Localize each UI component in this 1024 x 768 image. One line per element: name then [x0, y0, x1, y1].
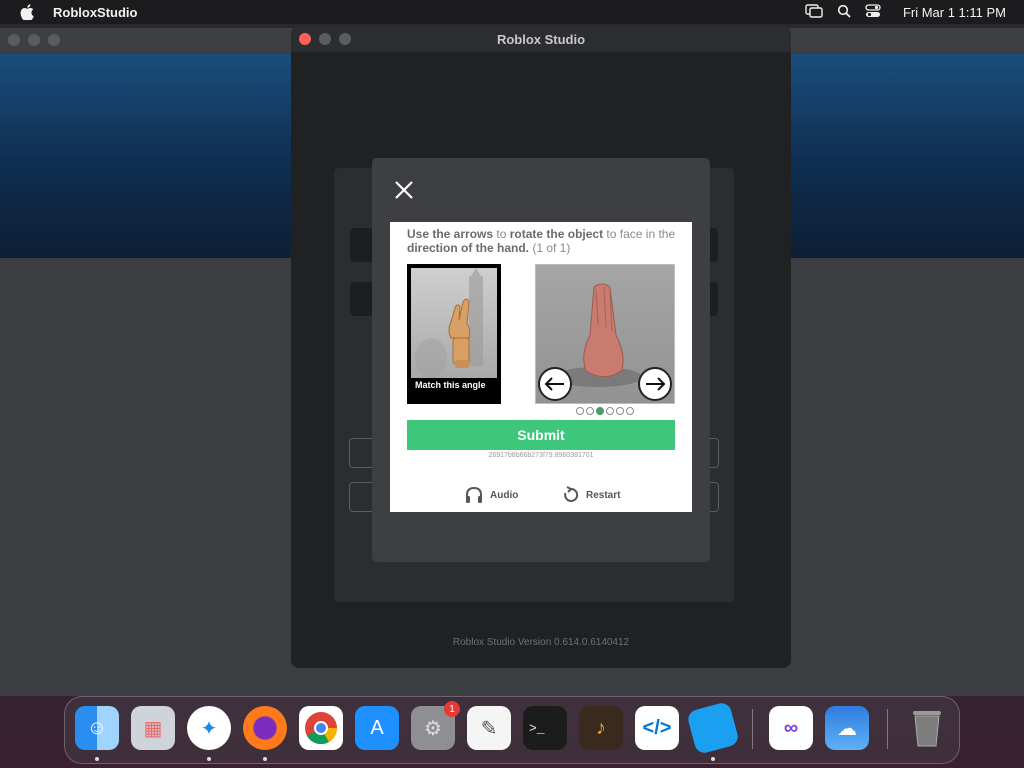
reference-hand-image: [411, 268, 497, 378]
progress-dot: [586, 407, 594, 415]
menu-bar: RobloxStudio Fri Mar 1 1:11 PM: [0, 0, 1024, 24]
roblox-studio-icon[interactable]: [686, 701, 740, 755]
restart-icon: [564, 486, 579, 502]
bg-zoom-button[interactable]: [48, 34, 60, 46]
rotate-left-button[interactable]: [538, 367, 572, 401]
reference-image-frame: Match this angle: [407, 264, 501, 404]
progress-dot-active: [596, 407, 604, 415]
running-indicator: [95, 757, 99, 761]
rotation-progress-dots: [576, 407, 634, 415]
running-indicator: [711, 757, 715, 761]
dock: ☺ ▦ ✦ A ⚙ 1 ✎ >_ ♪ </> ∞ ☁: [64, 696, 960, 764]
textedit-icon[interactable]: ✎: [467, 706, 511, 750]
audio-button[interactable]: Audio: [464, 486, 518, 504]
arrow-left-icon: [544, 377, 564, 391]
progress-dot: [626, 407, 634, 415]
studio-titlebar: Roblox Studio: [291, 26, 791, 52]
launchpad-icon[interactable]: ▦: [131, 706, 175, 750]
arrow-right-icon: [646, 377, 666, 391]
chrome-icon[interactable]: [299, 706, 343, 750]
progress-dot: [606, 407, 614, 415]
progress-dot: [576, 407, 584, 415]
running-indicator: [263, 757, 267, 761]
studio-version: Roblox Studio Version 0.614.0.6140412: [452, 637, 630, 648]
weather-icon[interactable]: ☁: [825, 706, 869, 750]
menu-clock[interactable]: Fri Mar 1 1:11 PM: [903, 5, 1006, 20]
restart-label: Restart: [586, 489, 621, 501]
vscode-icon[interactable]: </>: [635, 706, 679, 750]
audio-label: Audio: [490, 489, 519, 501]
session-id: 26917b8b66b273f79.8960381701: [488, 452, 594, 459]
trash-icon[interactable]: [905, 706, 949, 750]
app-store-icon[interactable]: A: [355, 706, 399, 750]
window-close-button[interactable]: [299, 33, 311, 45]
bg-close-button[interactable]: [8, 34, 20, 46]
screen-mirroring-icon[interactable]: [805, 3, 823, 21]
terminal-icon[interactable]: >_: [523, 706, 567, 750]
active-app-name[interactable]: RobloxStudio: [53, 5, 138, 20]
control-center-icon[interactable]: [865, 3, 881, 21]
close-icon[interactable]: [392, 178, 416, 202]
window-minimize-button[interactable]: [319, 33, 331, 45]
dock-separator: [752, 709, 753, 749]
submit-button[interactable]: Submit: [407, 420, 675, 450]
system-settings-icon[interactable]: ⚙ 1: [411, 701, 460, 750]
progress-dot: [616, 407, 624, 415]
restart-button[interactable]: Restart: [562, 486, 620, 504]
window-zoom-button[interactable]: [339, 33, 351, 45]
headphones-icon: [466, 486, 482, 503]
bg-minimize-button[interactable]: [28, 34, 40, 46]
rotate-right-button[interactable]: [638, 367, 672, 401]
firefox-icon[interactable]: [243, 706, 287, 750]
finder-icon[interactable]: ☺: [75, 706, 119, 750]
apple-menu-icon[interactable]: [18, 3, 36, 21]
reference-caption: Match this angle: [415, 380, 486, 390]
captcha-panel: Use the arrows to rotate the object to f…: [390, 222, 692, 512]
rotatable-object-view: [535, 264, 675, 404]
notification-badge: 1: [444, 701, 460, 717]
captcha-instructions: Use the arrows to rotate the object to f…: [407, 227, 676, 255]
safari-icon[interactable]: ✦: [187, 706, 231, 750]
window-title: Roblox Studio: [496, 31, 586, 47]
captcha-modal: Use the arrows to rotate the object to f…: [372, 158, 710, 562]
dock-separator: [887, 709, 888, 749]
garageband-icon[interactable]: ♪: [579, 706, 623, 750]
visual-studio-icon[interactable]: ∞: [769, 706, 813, 750]
running-indicator: [207, 757, 211, 761]
spotlight-search-icon[interactable]: [837, 4, 851, 21]
